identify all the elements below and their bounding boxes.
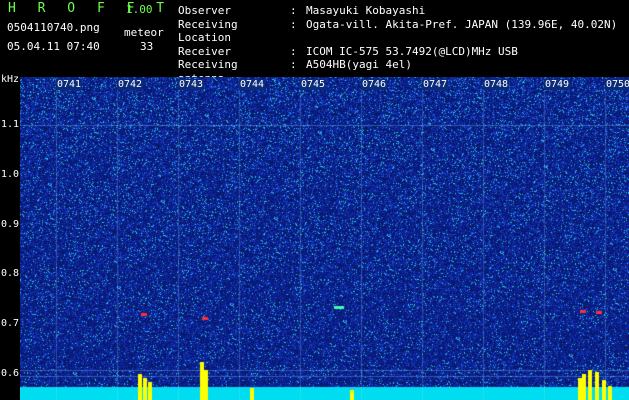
info-value: Ogata-vill. Akita-Pref. JAPAN (139.96E, … bbox=[306, 17, 618, 31]
info-value: ICOM IC-575 53.7492(@LCD)MHz USB bbox=[306, 44, 518, 58]
time-tick-label: 0748 bbox=[483, 79, 510, 90]
version-label: 1.00 bbox=[126, 3, 153, 16]
time-tick-label: 0744 bbox=[239, 79, 266, 90]
station-info: Observer: Masayuki Kobayashi Receiving Lo… bbox=[178, 4, 617, 85]
meteor-label: meteor bbox=[124, 26, 164, 39]
y-tick-label: 1.1 bbox=[1, 119, 20, 130]
time-tick-label: 0743 bbox=[178, 79, 205, 90]
time-tick-label: 0741 bbox=[56, 79, 83, 90]
y-axis-unit: kHz bbox=[1, 74, 20, 85]
time-tick-label: 0747 bbox=[422, 79, 449, 90]
time-tick-label: 0742 bbox=[117, 79, 144, 90]
meteor-count: 33 bbox=[140, 40, 154, 53]
y-tick-label: 0.8 bbox=[1, 268, 20, 279]
y-tick-label: 1.0 bbox=[1, 169, 20, 180]
y-tick-label: 0.7 bbox=[1, 318, 20, 329]
y-tick-label: 0.6 bbox=[1, 368, 20, 379]
spectrogram bbox=[20, 77, 629, 400]
info-key: Observer bbox=[178, 4, 231, 17]
time-tick-label: 0749 bbox=[544, 79, 571, 90]
info-row-observer: Observer: Masayuki Kobayashi bbox=[178, 4, 426, 17]
time-tick-label: 0750 bbox=[605, 79, 629, 90]
time-tick-label: 0745 bbox=[300, 79, 327, 90]
datetime-label: 05.04.11 07:40 bbox=[7, 40, 100, 53]
info-value: Masayuki Kobayashi bbox=[306, 4, 426, 17]
y-tick-label: 0.9 bbox=[1, 219, 20, 230]
info-row-location: Receiving Location: Ogata-vill. Akita-Pre… bbox=[178, 17, 618, 45]
time-tick-label: 0746 bbox=[361, 79, 388, 90]
info-key: Receiver bbox=[178, 44, 231, 58]
info-key: Receiving Location bbox=[178, 17, 238, 45]
info-row-receiver: Receiver: ICOM IC-575 53.7492(@LCD)MHz US… bbox=[178, 44, 518, 58]
filename-label: 0504110740.png bbox=[7, 21, 100, 34]
